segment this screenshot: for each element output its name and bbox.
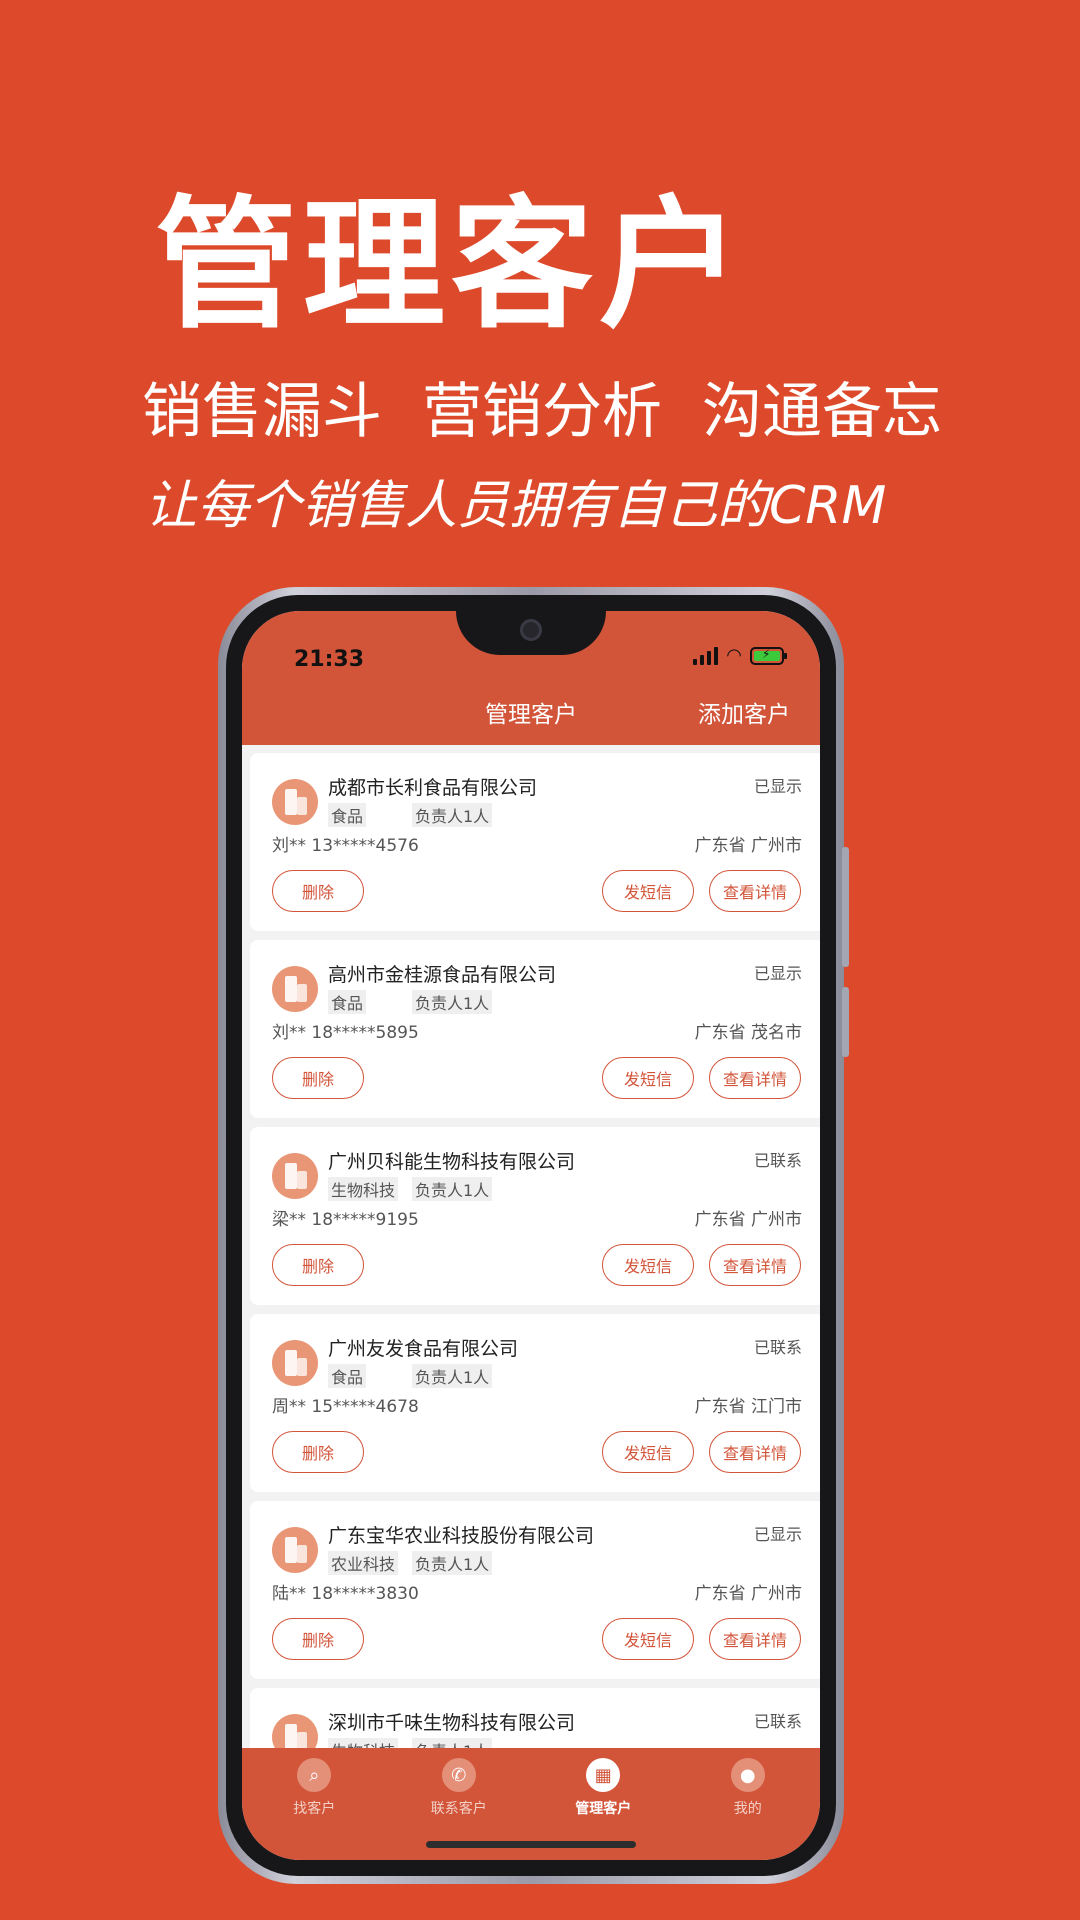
- home-indicator: [426, 1841, 636, 1848]
- side-button-lower: [842, 987, 849, 1057]
- region-info: 广东省 江门市: [694, 1397, 802, 1417]
- company-name[interactable]: 成都市长利食品有限公司: [328, 773, 537, 800]
- industry-tag: 生物科技: [328, 1177, 399, 1201]
- phone-frame: 21:33 ◠ 管理客户 添加客户 成都市长利食品有限公司已显示食品负责人1人刘…: [218, 587, 849, 1884]
- customer-card[interactable]: 广州贝科能生物科技有限公司 已联系生物科技 负责人1人梁** 18*****9195…: [250, 1127, 820, 1305]
- phone-bezel: 21:33 ◠ 管理客户 添加客户 成都市长利食品有限公司已显示食品负责人1人刘…: [226, 595, 836, 1876]
- customer-card[interactable]: 广东宝华农业科技股份有限公司 已显示农业科技 负责人1人陆** 18*****383…: [250, 1501, 820, 1679]
- send-sms-button[interactable]: 发短信: [602, 1244, 694, 1286]
- search-icon: ⌕: [297, 1758, 332, 1792]
- company-logo-icon: [272, 966, 318, 1012]
- phone-screen: 21:33 ◠ 管理客户 添加客户 成都市长利食品有限公司已显示食品负责人1人刘…: [242, 611, 820, 1860]
- send-sms-button[interactable]: 发短信: [602, 1431, 694, 1473]
- contact-info: 周** 15*****4678: [272, 1397, 419, 1417]
- send-sms-button[interactable]: 发短信: [602, 870, 694, 912]
- add-customer-button[interactable]: 添加客户: [698, 695, 790, 729]
- battery-icon: [750, 647, 787, 665]
- industry-tag: 食品: [328, 1364, 367, 1388]
- customer-list[interactable]: 成都市长利食品有限公司 已显示 食品 负责人1人 刘** 13*****4576 广东省 …: [242, 745, 820, 1749]
- region-info: 广东省 广州市: [694, 836, 802, 856]
- owner-tag: 负责人1人: [412, 990, 493, 1014]
- owner-tag: 负责人1人: [412, 1364, 493, 1388]
- company-name[interactable]: 高州市金桂源食品有限公司: [328, 960, 556, 987]
- owner-tag: 负责人1人: [412, 803, 493, 827]
- company-name[interactable]: 广州友发食品有限公司: [328, 1334, 518, 1361]
- view-detail-button[interactable]: 查看详情: [709, 1618, 801, 1660]
- region-info: 广东省 广州市: [694, 1210, 802, 1230]
- customer-status: 已显示: [753, 777, 802, 796]
- delete-button[interactable]: 删除: [272, 1244, 364, 1286]
- promo-title: 管理客户: [155, 183, 747, 348]
- view-detail-button[interactable]: 查看详情: [709, 1244, 801, 1286]
- company-logo-icon: [272, 1340, 318, 1386]
- view-detail-button[interactable]: 查看详情: [709, 1431, 801, 1473]
- customer-card[interactable]: 深圳市千味生物科技有限公司已联系生物科技负责人1人删除发短信查看详情: [250, 1688, 820, 1749]
- contact-info: 刘** 18*****5895: [272, 1023, 419, 1043]
- feature-analysis: 营销分析: [422, 377, 662, 447]
- tab-label: 管理客户: [575, 1801, 632, 1817]
- tab-search[interactable]: ⌕ 找客户: [242, 1748, 387, 1860]
- tab-label: 我的: [733, 1801, 762, 1817]
- tab-label: 找客户: [293, 1801, 336, 1817]
- signal-icon: [693, 647, 719, 665]
- user-icon: ●: [730, 1758, 765, 1792]
- tab-label: 联系客户: [430, 1801, 487, 1817]
- company-logo-icon: [272, 779, 318, 825]
- delete-button[interactable]: 删除: [272, 1431, 364, 1473]
- tab-user[interactable]: ● 我的: [676, 1748, 821, 1860]
- promo-features: 销售漏斗 营销分析 沟通备忘: [142, 382, 982, 442]
- delete-button[interactable]: 删除: [272, 870, 364, 912]
- industry-tag: 食品: [328, 803, 367, 827]
- feature-memo: 沟通备忘: [702, 377, 942, 447]
- customer-status: 已显示: [753, 1525, 802, 1544]
- company-logo-icon: [272, 1527, 318, 1573]
- company-logo-icon: [272, 1153, 318, 1199]
- wifi-icon: ◠: [726, 645, 742, 666]
- customer-status: 已联系: [753, 1712, 802, 1731]
- industry-tag: 农业科技: [328, 1551, 399, 1575]
- contact-info: 梁** 18*****9195: [272, 1210, 419, 1230]
- customer-card[interactable]: 高州市金桂源食品有限公司 已显示食品 负责人1人刘** 18*****5895 广东省…: [250, 940, 820, 1118]
- customer-status: 已显示: [753, 964, 802, 983]
- company-name[interactable]: 深圳市千味生物科技有限公司: [328, 1708, 575, 1735]
- company-name[interactable]: 广东宝华农业科技股份有限公司: [328, 1521, 594, 1548]
- customer-status: 已联系: [753, 1151, 802, 1170]
- camera: [520, 619, 542, 641]
- notch: [456, 611, 606, 655]
- contact-info: 刘** 13*****4576: [272, 836, 419, 856]
- delete-button[interactable]: 删除: [272, 1618, 364, 1660]
- delete-button[interactable]: 删除: [272, 1057, 364, 1099]
- send-sms-button[interactable]: 发短信: [602, 1618, 694, 1660]
- status-time: 21:33: [294, 647, 365, 672]
- customer-card[interactable]: 成都市长利食品有限公司 已显示食品 负责人1人刘** 13*****4576 广东省 …: [250, 753, 820, 931]
- company-logo-icon: [272, 1714, 318, 1749]
- promo-slogan: 让每个销售人员拥有自己的CRM: [145, 476, 887, 536]
- region-info: 广东省 广州市: [694, 1584, 802, 1604]
- contact-info: 陆** 18*****3830: [272, 1584, 419, 1604]
- phone-icon: ✆: [441, 1758, 476, 1792]
- industry-tag: 食品: [328, 990, 367, 1014]
- owner-tag: 负责人1人: [412, 1177, 493, 1201]
- region-info: 广东省 茂名市: [694, 1023, 802, 1043]
- company-name[interactable]: 广州贝科能生物科技有限公司: [328, 1147, 575, 1174]
- grid-icon: ▦: [586, 1758, 621, 1792]
- feature-funnel: 销售漏斗: [142, 377, 382, 447]
- send-sms-button[interactable]: 发短信: [602, 1057, 694, 1099]
- view-detail-button[interactable]: 查看详情: [709, 1057, 801, 1099]
- customer-card[interactable]: 广州友发食品有限公司 已联系食品 负责人1人周** 15*****4678 广东省 江…: [250, 1314, 820, 1492]
- customer-status: 已联系: [753, 1338, 802, 1357]
- side-button-upper: [842, 847, 849, 967]
- owner-tag: 负责人1人: [412, 1551, 493, 1575]
- status-icons: ◠: [693, 645, 787, 666]
- view-detail-button[interactable]: 查看详情: [709, 870, 801, 912]
